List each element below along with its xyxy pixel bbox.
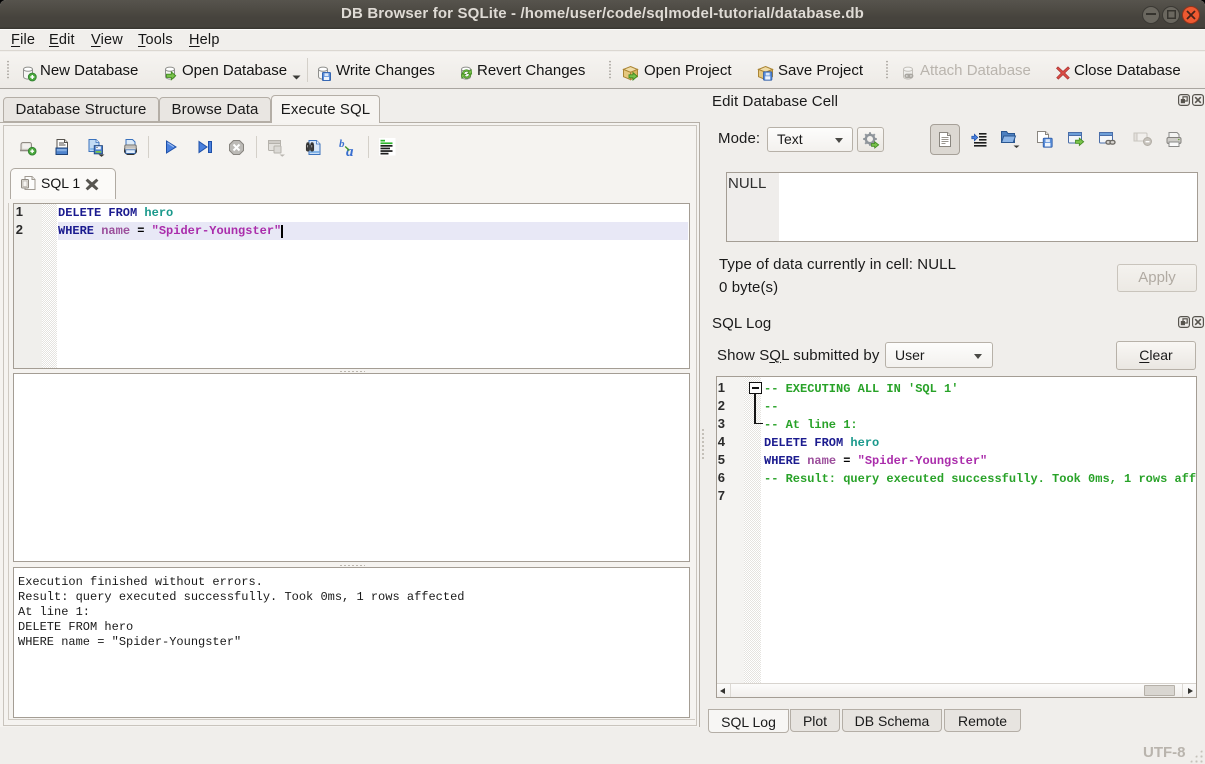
svg-text:b: b xyxy=(339,138,345,150)
svg-text:a: a xyxy=(346,144,354,157)
